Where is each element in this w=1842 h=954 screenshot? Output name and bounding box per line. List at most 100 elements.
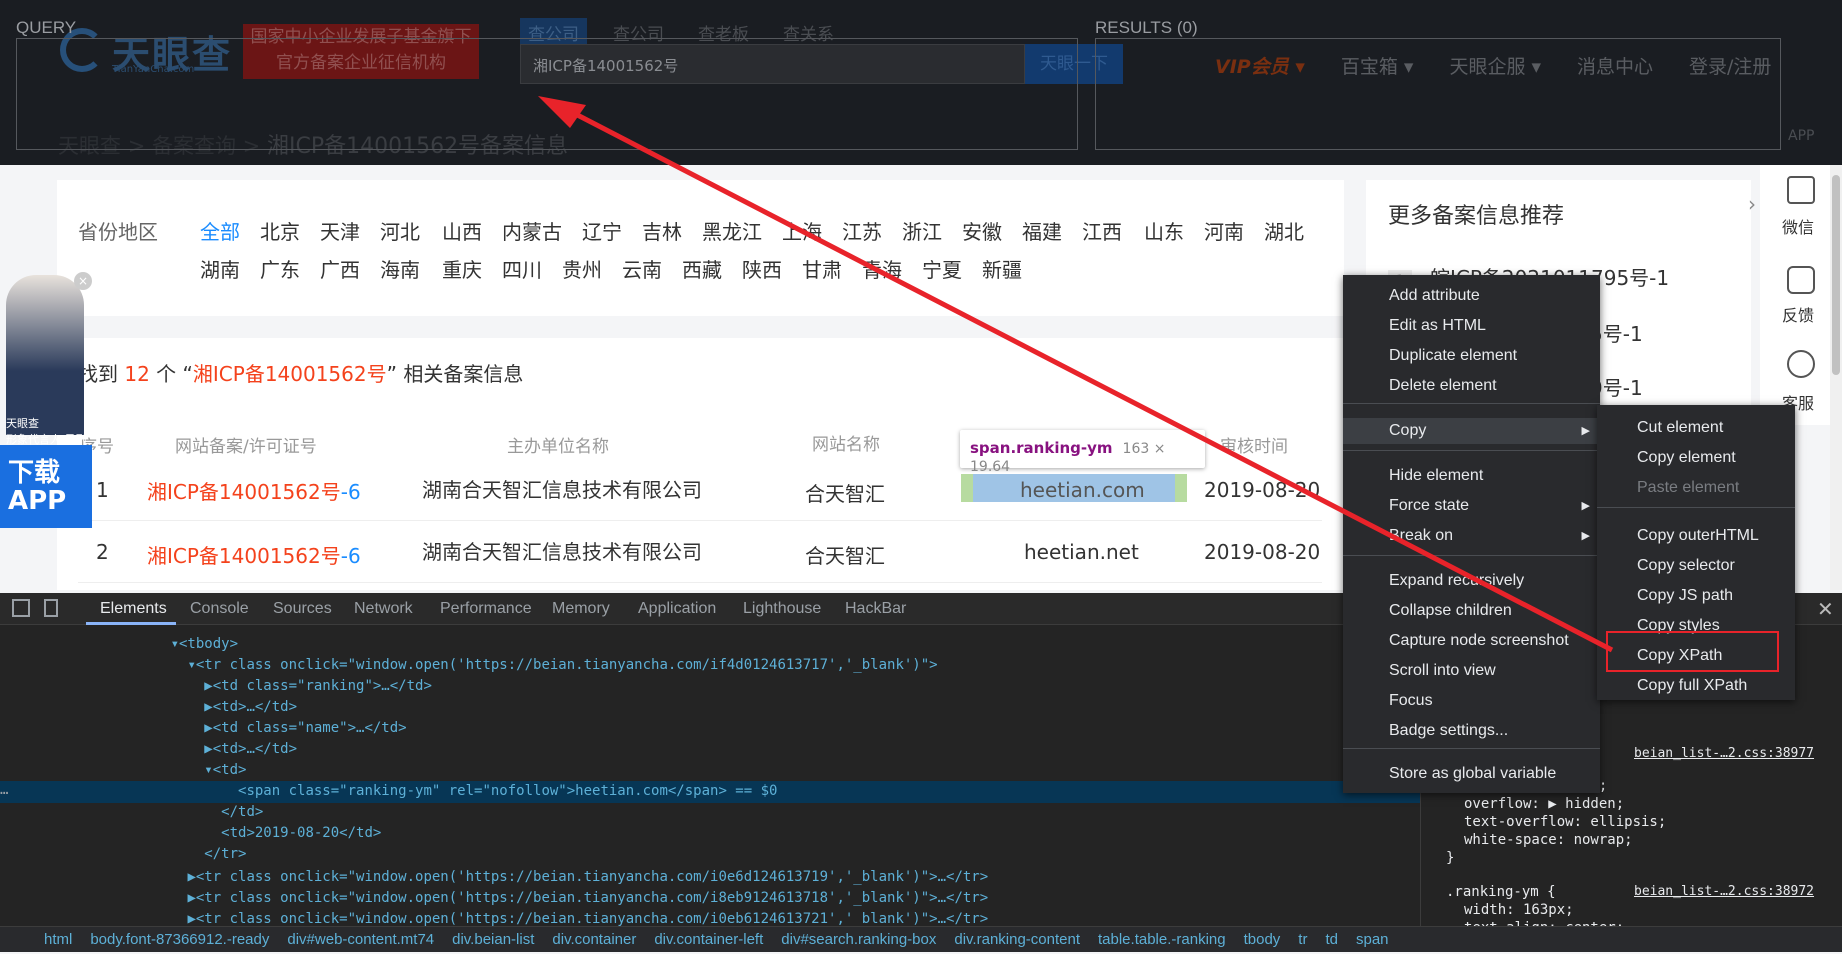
dom-node-line[interactable]: ▶<td>…</td> [120, 741, 297, 757]
province-7[interactable]: 吉林 [642, 216, 682, 245]
dom-crumb[interactable]: body.font-87366912.-ready [90, 931, 269, 948]
province-8[interactable]: 黑龙江 [702, 216, 762, 245]
dom-crumb[interactable]: td [1325, 931, 1338, 948]
dom-node-line[interactable]: ▶<td class="name">…</td> [120, 720, 406, 736]
style-source-link-2[interactable]: beian_list-…2.css:38972 [1634, 884, 1814, 899]
menu-item-hide-element[interactable]: Hide element [1343, 463, 1600, 489]
rail-wechat[interactable]: 微信 [1776, 214, 1820, 238]
province-12[interactable]: 安徽 [962, 216, 1002, 245]
province-6[interactable]: 辽宁 [582, 216, 622, 245]
province-13[interactable]: 福建 [1022, 216, 1062, 245]
province-row2-5[interactable]: 四川 [502, 254, 542, 283]
menu-item-badge-settings-[interactable]: Badge settings... [1343, 718, 1600, 744]
province-5[interactable]: 内蒙古 [502, 216, 562, 245]
province-15[interactable]: 山东 [1144, 216, 1184, 245]
dom-node-line[interactable]: ▶<tr class onclick="window.open('https:/… [120, 869, 988, 885]
download-app-button[interactable]: 下载 APP [0, 445, 92, 528]
province-2[interactable]: 天津 [320, 216, 360, 245]
menu-item-capture-node-screenshot[interactable]: Capture node screenshot [1343, 628, 1600, 654]
menu-item-copy-outerhtml[interactable]: Copy outerHTML [1597, 523, 1795, 549]
menu-item-duplicate-element[interactable]: Duplicate element [1343, 343, 1600, 369]
devtools-close-icon[interactable]: ✕ [1817, 597, 1834, 621]
dom-node-line[interactable]: ▶<tr class onclick="window.open('https:/… [120, 890, 988, 906]
menu-item-expand-recursively[interactable]: Expand recursively [1343, 568, 1600, 594]
menu-item-delete-element[interactable]: Delete element [1343, 373, 1600, 399]
promo-close-icon[interactable]: × [74, 272, 92, 290]
menu-item-force-state[interactable]: Force state ▶ [1343, 493, 1600, 519]
rail-collapse-icon[interactable]: › [1748, 192, 1756, 216]
device-toolbar-icon[interactable] [44, 599, 58, 617]
devtools-tab-memory[interactable]: Memory [552, 600, 610, 618]
province-row2-0[interactable]: 湖南 [200, 254, 240, 283]
inspect-icon[interactable] [12, 599, 30, 617]
css-declaration[interactable]: text-overflow: ellipsis; [1464, 814, 1666, 830]
province-16[interactable]: 河南 [1204, 216, 1244, 245]
menu-item-cut-element[interactable]: Cut element [1597, 415, 1795, 441]
dom-node-line[interactable]: ▶<td class="ranking">…</td> [120, 678, 432, 694]
province-row2-9[interactable]: 陕西 [742, 254, 782, 283]
rail-feedback[interactable]: 反馈 [1776, 302, 1820, 326]
menu-item-scroll-into-view[interactable]: Scroll into view [1343, 658, 1600, 684]
dom-crumb[interactable]: div.container [552, 931, 636, 948]
province-17[interactable]: 湖北 [1264, 216, 1304, 245]
menu-item-copy-element[interactable]: Copy element [1597, 445, 1795, 471]
province-row2-2[interactable]: 广西 [320, 254, 360, 283]
devtools-tab-elements[interactable]: Elements [100, 600, 167, 618]
app-promo[interactable]: 天眼查 形象代言人 吴刚 下载 APP [0, 255, 92, 528]
dom-crumb[interactable]: table.table.-ranking [1098, 931, 1226, 948]
province-row2-12[interactable]: 宁夏 [922, 254, 962, 283]
page-scrollbar[interactable] [1830, 165, 1842, 590]
province-14[interactable]: 江西 [1082, 216, 1122, 245]
menu-item-break-on[interactable]: Break on ▶ [1343, 523, 1600, 549]
dom-node-line[interactable]: ▶<tr class onclick="window.open('https:/… [120, 911, 988, 927]
province-1[interactable]: 北京 [260, 216, 300, 245]
dom-crumb[interactable]: div.container-left [654, 931, 763, 948]
menu-item-copy-js-path[interactable]: Copy JS path [1597, 583, 1795, 609]
css-declaration[interactable]: overflow: ▶ hidden; [1464, 796, 1624, 812]
menu-item-copy[interactable]: Copy ▶ [1343, 418, 1600, 444]
dom-node-line[interactable]: ▾<tr class onclick="window.open('https:/… [120, 657, 937, 673]
css-declaration[interactable]: } [1446, 850, 1454, 866]
province-row2-1[interactable]: 广东 [260, 254, 300, 283]
row1-domain[interactable]: heetian.com [1020, 478, 1145, 502]
province-row2-3[interactable]: 海南 [380, 254, 420, 283]
province-row2-11[interactable]: 青海 [862, 254, 902, 283]
province-row2-10[interactable]: 甘肃 [802, 254, 842, 283]
dom-crumb[interactable]: tbody [1244, 931, 1281, 948]
devtools-tab-console[interactable]: Console [190, 600, 249, 618]
menu-item-add-attribute[interactable]: Add attribute [1343, 283, 1600, 309]
app-download-link[interactable]: APP [1788, 128, 1814, 144]
dom-node-line[interactable]: <span class="ranking-ym" rel="nofollow">… [120, 783, 777, 799]
devtools-tab-performance[interactable]: Performance [440, 600, 532, 618]
dom-node-line[interactable]: ▾<tbody> [120, 636, 238, 652]
row2-domain[interactable]: heetian.net [1024, 540, 1139, 564]
dom-crumb[interactable]: div.beian-list [452, 931, 534, 948]
dom-crumb[interactable]: div#web-content.mt74 [287, 931, 434, 948]
menu-item-edit-as-html[interactable]: Edit as HTML [1343, 313, 1600, 339]
dom-crumb[interactable]: div.ranking-content [954, 931, 1080, 948]
province-row2-4[interactable]: 重庆 [442, 254, 482, 283]
province-3[interactable]: 河北 [380, 216, 420, 245]
province-row2-6[interactable]: 贵州 [562, 254, 602, 283]
dom-node-line[interactable]: ▾<td> [120, 762, 246, 778]
devtools-tab-lighthouse[interactable]: Lighthouse [743, 600, 821, 618]
menu-item-focus[interactable]: Focus [1343, 688, 1600, 714]
dom-node-line[interactable]: </td> [120, 804, 263, 820]
style-source-link-1[interactable]: beian_list-…2.css:38977 [1634, 746, 1814, 761]
menu-item-copy-selector[interactable]: Copy selector [1597, 553, 1795, 579]
dom-node-line[interactable]: </tr> [120, 846, 246, 862]
province-row2-13[interactable]: 新疆 [982, 254, 1022, 283]
province-4[interactable]: 山西 [442, 216, 482, 245]
row2-icp-link[interactable]: 湘ICP备14001562号-6 [147, 540, 361, 569]
devtools-tab-sources[interactable]: Sources [273, 600, 332, 618]
devtools-tab-network[interactable]: Network [354, 600, 413, 618]
dom-crumb[interactable]: tr [1298, 931, 1307, 948]
menu-item-collapse-children[interactable]: Collapse children [1343, 598, 1600, 624]
province-row2-7[interactable]: 云南 [622, 254, 662, 283]
province-10[interactable]: 江苏 [842, 216, 882, 245]
province-0[interactable]: 全部 [200, 216, 240, 245]
devtools-tab-hackbar[interactable]: HackBar [845, 600, 906, 618]
css-declaration[interactable]: white-space: nowrap; [1464, 832, 1633, 848]
css-declaration[interactable]: width: 163px; [1464, 902, 1574, 918]
province-11[interactable]: 浙江 [902, 216, 942, 245]
